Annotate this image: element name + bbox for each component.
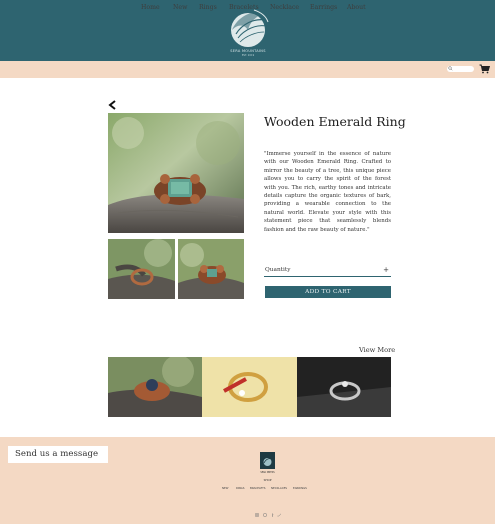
product-title: Wooden Emerald Ring [264,114,406,129]
footer-logo-text: SERA MNTNS [260,471,275,474]
thumbnail-image[interactable] [178,239,244,299]
twitter-icon[interactable] [277,513,281,517]
nav-item-new[interactable]: New [173,4,187,11]
view-more-link[interactable]: View More [359,346,395,354]
brand-name: SERA MOUNTAINS [230,49,266,53]
add-to-cart-button[interactable]: ADD TO CART [265,286,391,298]
nav-item-about[interactable]: About [347,4,366,11]
related-product-image[interactable] [202,357,297,417]
search-input[interactable] [447,66,474,72]
related-product-image[interactable] [108,357,202,417]
footer-logo[interactable] [260,452,275,469]
footer-links: NEW RINGS BRACELETS NECKLACES EARRINGS [222,486,314,490]
facebook-icon[interactable] [270,513,274,517]
brand-logo[interactable]: SERA MOUNTAINS EST. 2019 [226,6,270,57]
product-description: "Immerse yourself in the essence of natu… [264,151,391,233]
search-icon [448,66,453,71]
wave-logo-icon [231,9,269,47]
nav-item-rings[interactable]: Rings [199,4,217,11]
quantity-stepper[interactable]: Quantity + [264,264,391,277]
brand-tagline: EST. 2019 [241,54,255,57]
chevron-left-icon[interactable] [108,100,117,110]
related-product-image[interactable] [297,357,391,417]
nav-item-home[interactable]: Home [141,4,160,11]
footer-link-bracelets[interactable]: BRACELETS [250,486,266,490]
footer-link-new[interactable]: NEW [222,486,228,490]
send-message-button[interactable]: Send us a message [8,446,108,463]
quantity-label: Quantity [265,267,291,273]
nav-item-necklace[interactable]: Necklace [270,4,299,11]
plus-icon[interactable]: + [383,266,389,274]
nav-item-bracelets[interactable]: Bracelets [229,4,259,11]
pinterest-icon[interactable] [263,513,267,517]
thumbnail-image[interactable] [108,239,175,299]
footer-link-earrings[interactable]: EARRINGS [293,486,307,490]
cart-icon[interactable] [479,64,490,74]
footer-link-rings[interactable]: RINGS [236,486,244,490]
footer-link-necklaces[interactable]: NECKLACES [271,486,287,490]
nav-item-earrings[interactable]: Earrings [310,4,337,11]
instagram-icon[interactable] [255,513,259,517]
main-product-image[interactable] [108,113,244,233]
wave-logo-icon [263,458,273,466]
main-nav [0,61,495,78]
footer-shop-label: SHOP [263,478,272,482]
